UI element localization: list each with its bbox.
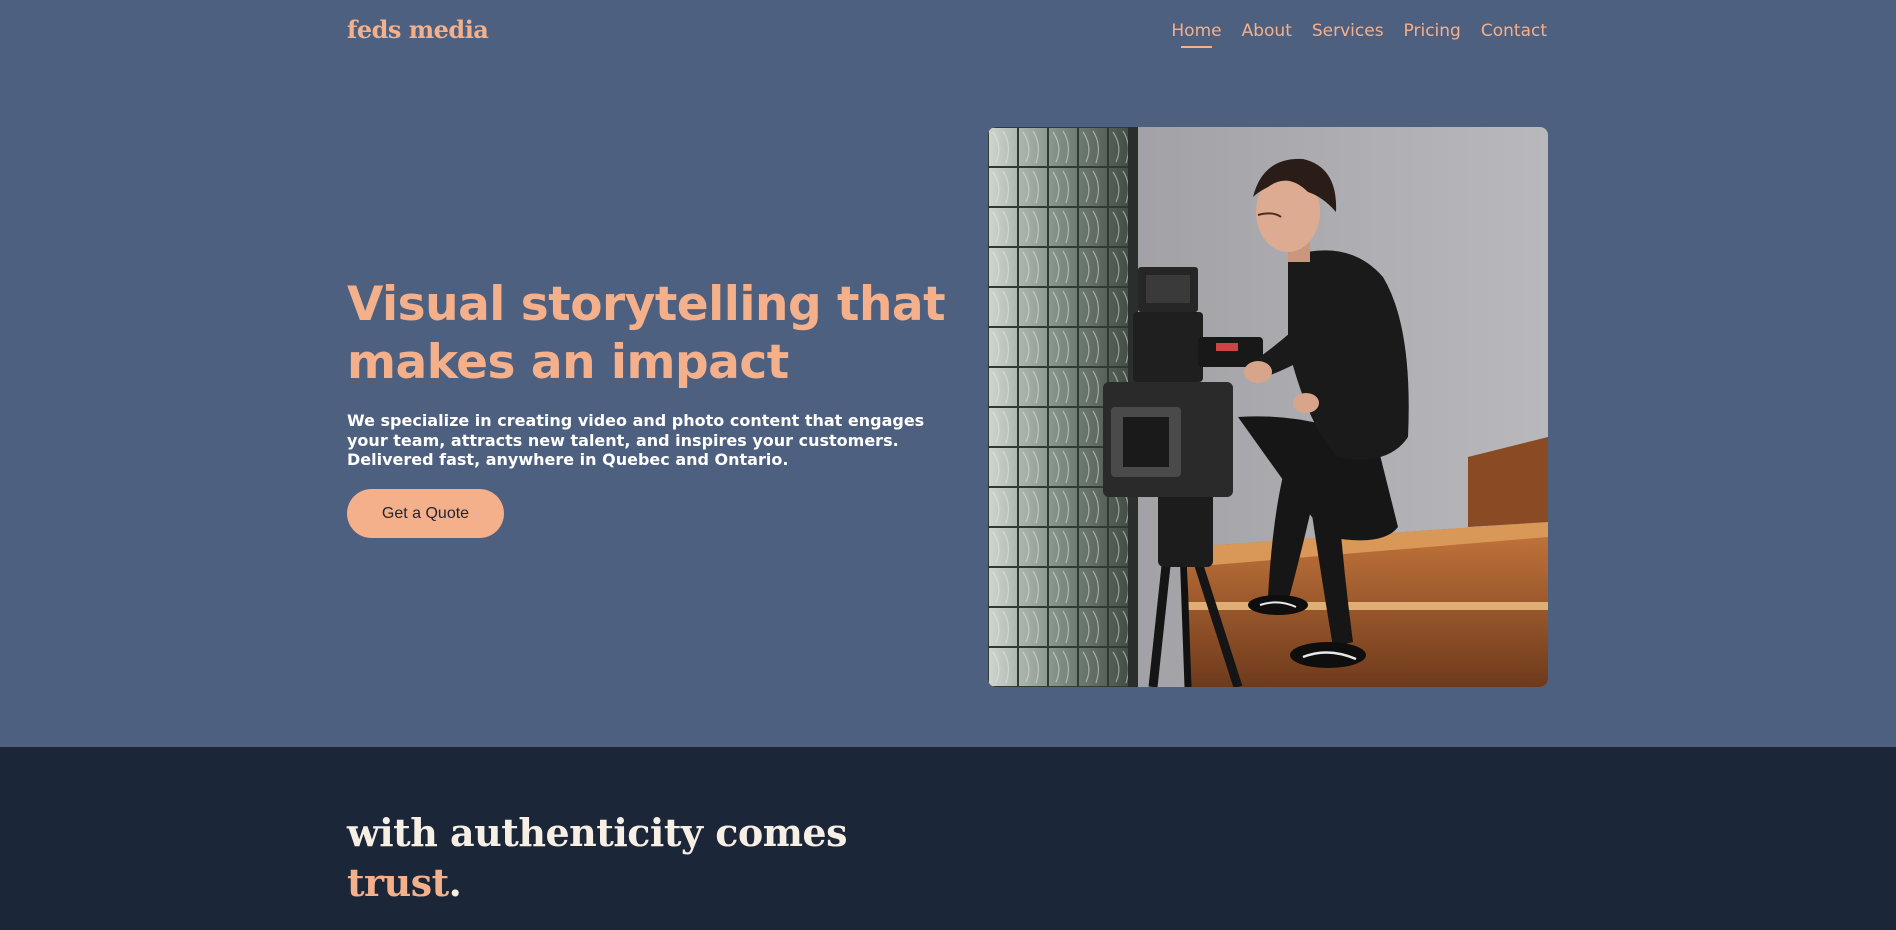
nav-pricing[interactable]: Pricing (1404, 21, 1461, 45)
nav-services[interactable]: Services (1312, 21, 1384, 45)
tagline-period: . (448, 860, 462, 905)
nav-about[interactable]: About (1242, 21, 1292, 45)
get-a-quote-button[interactable]: Get a Quote (347, 489, 504, 538)
hero-photo (988, 127, 1548, 687)
videographer-photo-illustration (988, 127, 1548, 687)
trust-tagline: with authenticity comes trust. (347, 808, 847, 908)
nav-contact[interactable]: Contact (1481, 21, 1547, 45)
site-logo[interactable]: feds media (347, 15, 489, 44)
main-nav: Home About Services Pricing Contact (1171, 21, 1547, 48)
tagline-line1: with authenticity comes (347, 810, 847, 855)
hero-headline: Visual storytelling that makes an impact (347, 277, 946, 390)
hero-section: feds media Home About Services Pricing C… (0, 0, 1896, 747)
tagline-accent: trust (347, 860, 449, 905)
trust-section: with authenticity comes trust. (0, 747, 1896, 930)
hero-subtext: We specialize in creating video and phot… (347, 411, 925, 469)
nav-home[interactable]: Home (1171, 21, 1222, 48)
